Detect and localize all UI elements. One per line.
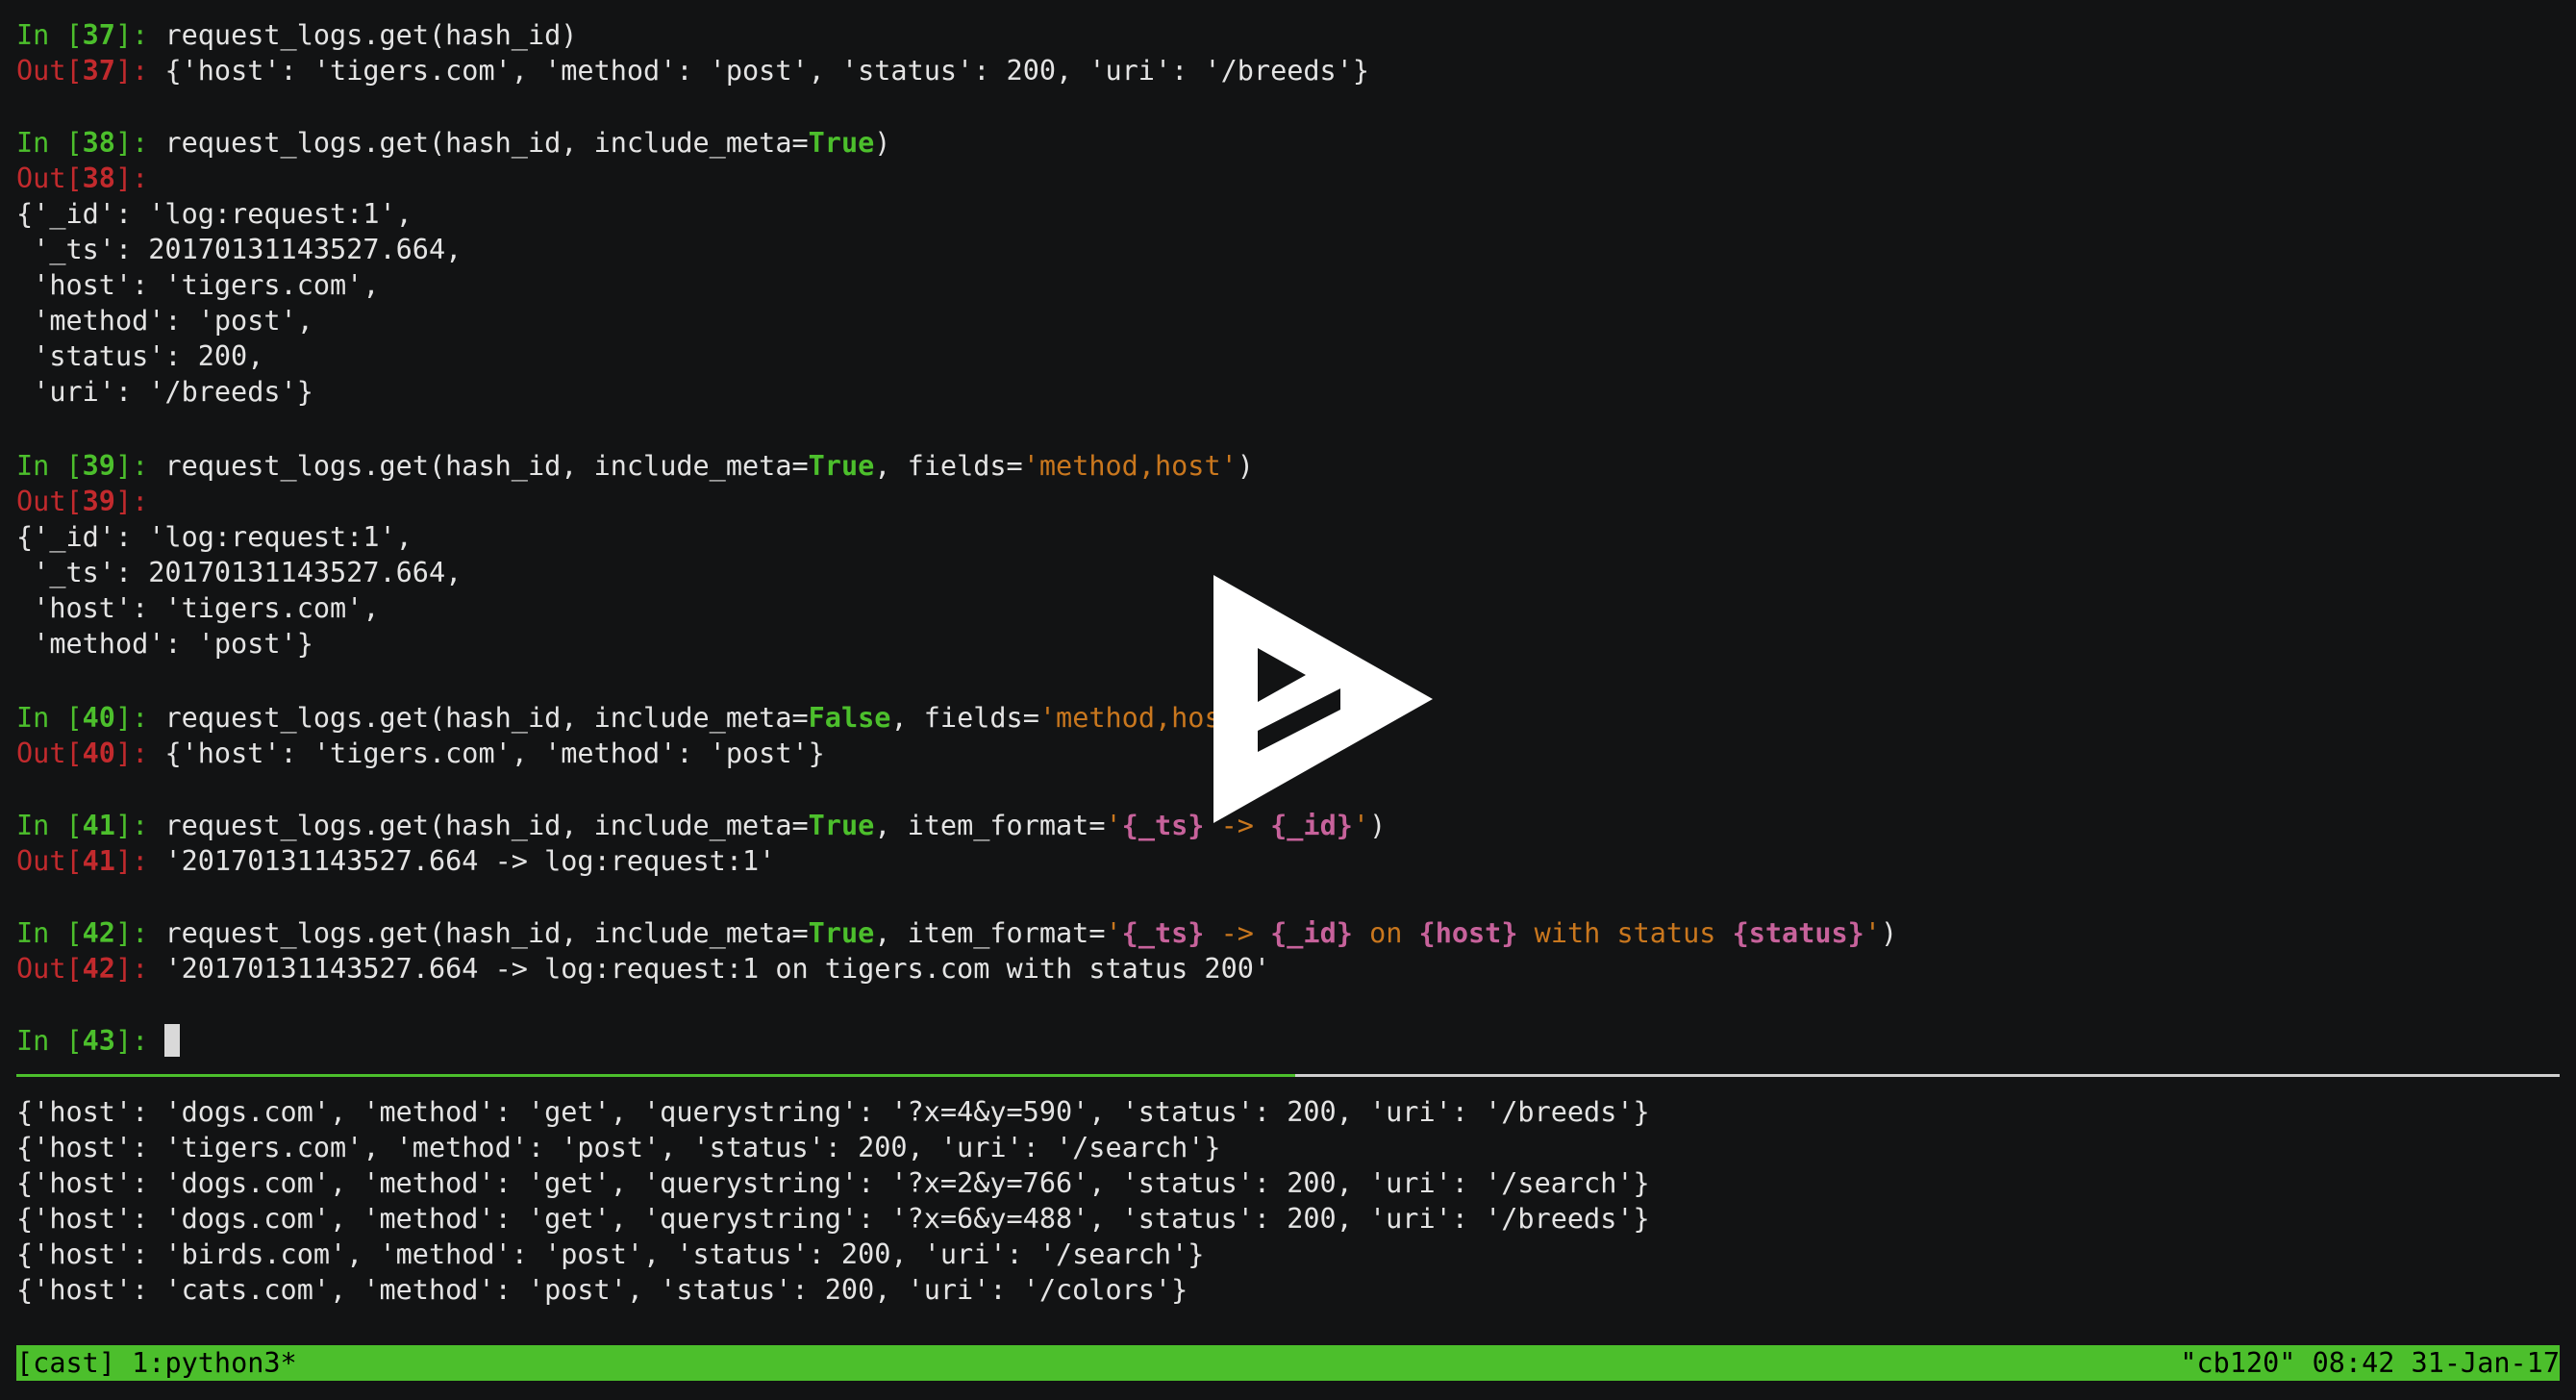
- in-prompt: In [40]:: [16, 702, 165, 734]
- output-text: 'method': 'post',: [16, 305, 313, 337]
- pane-divider[interactable]: [16, 1074, 2560, 1077]
- out-prompt: Out[37]:: [16, 55, 165, 87]
- log-line: {'host': 'cats.com', 'method': 'post', '…: [16, 1274, 1188, 1306]
- input-line-38: In [38]: request_logs.get(hash_id, inclu…: [16, 127, 891, 159]
- output-line-37: Out[37]: {'host': 'tigers.com', 'method'…: [16, 53, 1369, 88]
- output-text: {'host': 'tigers.com', 'method': 'post'}: [164, 738, 825, 769]
- log-line: {'host': 'dogs.com', 'method': 'get', 'q…: [16, 1167, 1650, 1199]
- play-icon[interactable]: [1213, 575, 1433, 823]
- output-text: {'_id': 'log:request:1',: [16, 198, 413, 230]
- log-line: {'host': 'dogs.com', 'method': 'get', 'q…: [16, 1203, 1650, 1235]
- in-prompt: In [43]:: [16, 1025, 165, 1057]
- out-prompt: Out[42]:: [16, 953, 165, 985]
- out-prompt: Out[40]:: [16, 738, 165, 769]
- output-text: {'host': 'tigers.com', 'method': 'post',…: [164, 55, 1370, 87]
- input-line-39: In [39]: request_logs.get(hash_id, inclu…: [16, 450, 1254, 482]
- output-line-40: Out[40]: {'host': 'tigers.com', 'method'…: [16, 736, 825, 771]
- output-text: 'host': 'tigers.com',: [16, 592, 380, 624]
- in-prompt: In [39]:: [16, 450, 165, 482]
- out-prompt: Out[38]:: [16, 162, 165, 194]
- string-literal: 'method,host': [1022, 450, 1238, 482]
- window-tab-python3[interactable]: 1:python3*: [132, 1347, 297, 1379]
- string-literal: '{_ts} -> {_id} on {host} with status {s…: [1105, 917, 1882, 949]
- in-prompt: In [38]:: [16, 127, 165, 159]
- input-line-40: In [40]: request_logs.get(hash_id, inclu…: [16, 702, 1238, 734]
- in-prompt: In [41]:: [16, 810, 165, 841]
- string-literal: 'method,host: [1038, 702, 1238, 734]
- text-cursor[interactable]: [164, 1024, 181, 1057]
- code: request_logs.get(hash_id): [164, 19, 578, 51]
- status-right: "cb120" 08:42 31-Jan-17: [2180, 1347, 2560, 1379]
- output-line-42: Out[42]: '20170131143527.664 -> log:requ…: [16, 951, 1270, 987]
- keyword: True: [808, 917, 875, 949]
- log-line: {'host': 'dogs.com', 'method': 'get', 'q…: [16, 1096, 1650, 1128]
- session-name: [cast]: [16, 1347, 115, 1379]
- active-pane-indicator: [16, 1074, 1295, 1077]
- keyword: True: [808, 810, 875, 841]
- out-prompt: Out[41]:: [16, 845, 165, 877]
- output-text: '_ts': 20170131143527.664,: [16, 234, 463, 265]
- keyword: True: [808, 450, 875, 482]
- keyword: True: [808, 127, 875, 159]
- output-text: 'uri': '/breeds'}: [16, 376, 313, 408]
- tmux-status-bar: [cast] 1:python3* "cb120" 08:42 31-Jan-1…: [16, 1345, 2560, 1381]
- format-field: {_ts}: [1121, 917, 1205, 949]
- format-field: {_ts}: [1121, 810, 1205, 841]
- status-left: [cast] 1:python3*: [16, 1345, 297, 1381]
- out-prompt: Out[39]:: [16, 486, 165, 517]
- output-text: 'method': 'post'}: [16, 628, 313, 660]
- output-text: 'host': 'tigers.com',: [16, 269, 380, 301]
- output-text: '20170131143527.664 -> log:request:1 on …: [164, 953, 1271, 985]
- log-line: {'host': 'birds.com', 'method': 'post', …: [16, 1238, 1205, 1270]
- in-prompt: In [42]:: [16, 917, 165, 949]
- output-text: '20170131143527.664 -> log:request:1': [164, 845, 776, 877]
- input-line-43[interactable]: In [43]:: [16, 1023, 181, 1059]
- input-line-37: In [37]: request_logs.get(hash_id): [16, 17, 577, 53]
- output-text: 'status': 200,: [16, 340, 264, 372]
- output-prompt-39: Out[39]:: [16, 484, 164, 519]
- format-field: {_id}: [1270, 917, 1353, 949]
- output-prompt-38: Out[38]:: [16, 161, 164, 196]
- keyword: False: [808, 702, 891, 734]
- format-field: {status}: [1732, 917, 1864, 949]
- output-text: '_ts': 20170131143527.664,: [16, 557, 463, 588]
- output-line-41: Out[41]: '20170131143527.664 -> log:requ…: [16, 843, 775, 879]
- input-line-41: In [41]: request_logs.get(hash_id, inclu…: [16, 810, 1387, 841]
- input-line-42: In [42]: request_logs.get(hash_id, inclu…: [16, 917, 1898, 949]
- output-text: {'_id': 'log:request:1',: [16, 521, 413, 553]
- in-prompt: In [37]:: [16, 19, 165, 51]
- log-line: {'host': 'tigers.com', 'method': 'post',…: [16, 1132, 1221, 1163]
- format-field: {host}: [1418, 917, 1518, 949]
